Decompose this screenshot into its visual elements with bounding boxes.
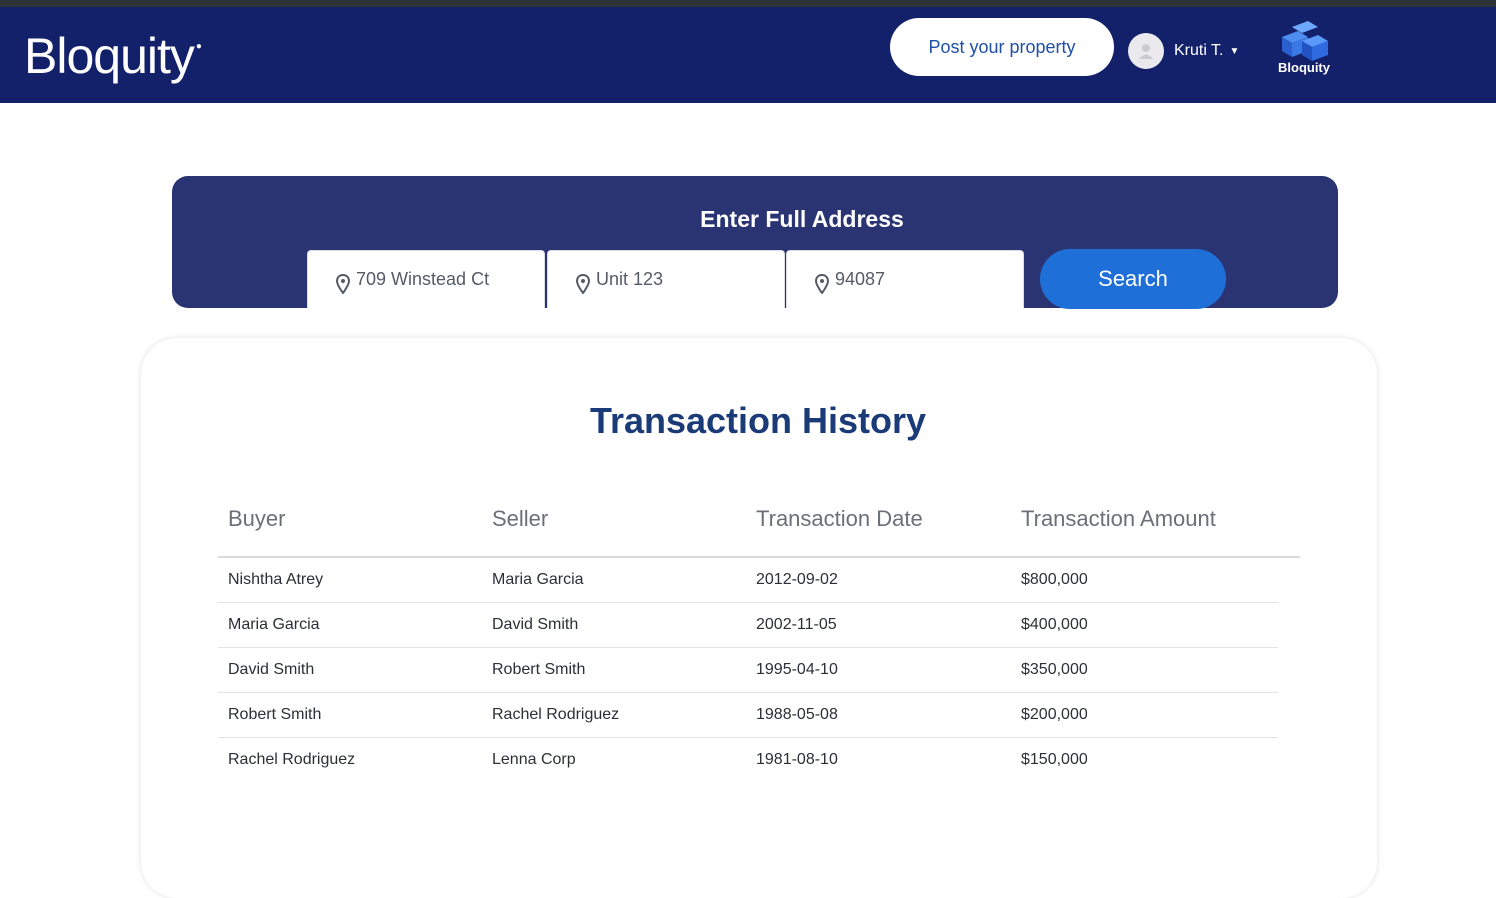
buyer-cell: Rachel Rodriguez	[228, 751, 356, 768]
amount-cell: $400,000	[1021, 616, 1088, 633]
seller-cell: Robert Smith	[492, 661, 586, 678]
buyer-cell: Nishtha Atrey	[228, 571, 324, 588]
table-row: Maria Garcia David Smith 2002-11-05 $400…	[218, 603, 1278, 648]
column-header-date: Transaction Date	[756, 506, 923, 531]
table-row: David Smith Robert Smith 1995-04-10 $350…	[218, 648, 1278, 693]
caret-down-icon: ▼	[1229, 45, 1240, 57]
seller-cell: Lenna Corp	[492, 751, 576, 768]
location-pin-icon	[576, 273, 590, 294]
date-cell: 1981-08-10	[756, 751, 838, 768]
table-row: Robert Smith Rachel Rodriguez 1988-05-08…	[218, 693, 1278, 738]
location-pin-icon	[815, 273, 829, 294]
date-cell: 2012-09-02	[756, 571, 838, 588]
navbar: Bloquity ● Post your property Kruti T. ▼ …	[0, 7, 1496, 103]
street-address-field[interactable]: 709 Winstead Ct	[307, 250, 545, 308]
user-name: Kruti T.	[1174, 42, 1224, 59]
date-cell: 1995-04-10	[756, 661, 838, 678]
amount-cell: $350,000	[1021, 661, 1088, 678]
date-cell: 2002-11-05	[756, 616, 837, 633]
buyer-cell: Maria Garcia	[228, 616, 320, 633]
zip-value: 94087	[835, 269, 886, 289]
transaction-history-title: Transaction History	[589, 400, 927, 441]
unit-field[interactable]: Unit 123	[547, 250, 785, 308]
search-panel-title: Enter Full Address	[700, 206, 904, 232]
zip-field[interactable]: 94087	[786, 250, 1024, 308]
user-avatar-icon	[1128, 33, 1164, 69]
brand-logo-text[interactable]: Bloquity ●	[24, 27, 202, 85]
column-header-buyer: Buyer	[228, 506, 286, 531]
column-header-seller: Seller	[492, 506, 549, 531]
amount-cell: $200,000	[1021, 706, 1088, 723]
column-header-amount: Transaction Amount	[1021, 506, 1216, 531]
amount-cell: $150,000	[1021, 751, 1088, 768]
window-top-bar	[0, 0, 1496, 7]
unit-value: Unit 123	[596, 269, 664, 289]
transaction-history-card: Transaction History Buyer Seller Transac…	[141, 338, 1377, 898]
buyer-cell: Robert Smith	[228, 706, 322, 723]
table-row: Nishtha Atrey Maria Garcia 2012-09-02 $8…	[218, 558, 1278, 603]
address-search-panel: Enter Full Address 709 Winstead Ct Unit …	[172, 176, 1338, 309]
table-row: Rachel Rodriguez Lenna Corp 1981-08-10 $…	[218, 738, 1278, 783]
street-address-value: 709 Winstead Ct	[356, 269, 490, 289]
date-cell: 1988-05-08	[756, 706, 838, 723]
user-menu[interactable]: Kruti T. ▼	[1128, 33, 1239, 69]
seller-cell: Rachel Rodriguez	[492, 706, 620, 723]
amount-cell: $800,000	[1021, 571, 1088, 588]
search-button[interactable]: Search	[1040, 249, 1226, 309]
location-pin-icon	[336, 273, 350, 294]
seller-cell: David Smith	[492, 616, 579, 633]
seller-cell: Maria Garcia	[492, 571, 584, 588]
logo-caption: Bloquity	[1278, 60, 1330, 75]
post-property-button[interactable]: Post your property	[890, 18, 1114, 76]
buyer-cell: David Smith	[228, 661, 315, 678]
